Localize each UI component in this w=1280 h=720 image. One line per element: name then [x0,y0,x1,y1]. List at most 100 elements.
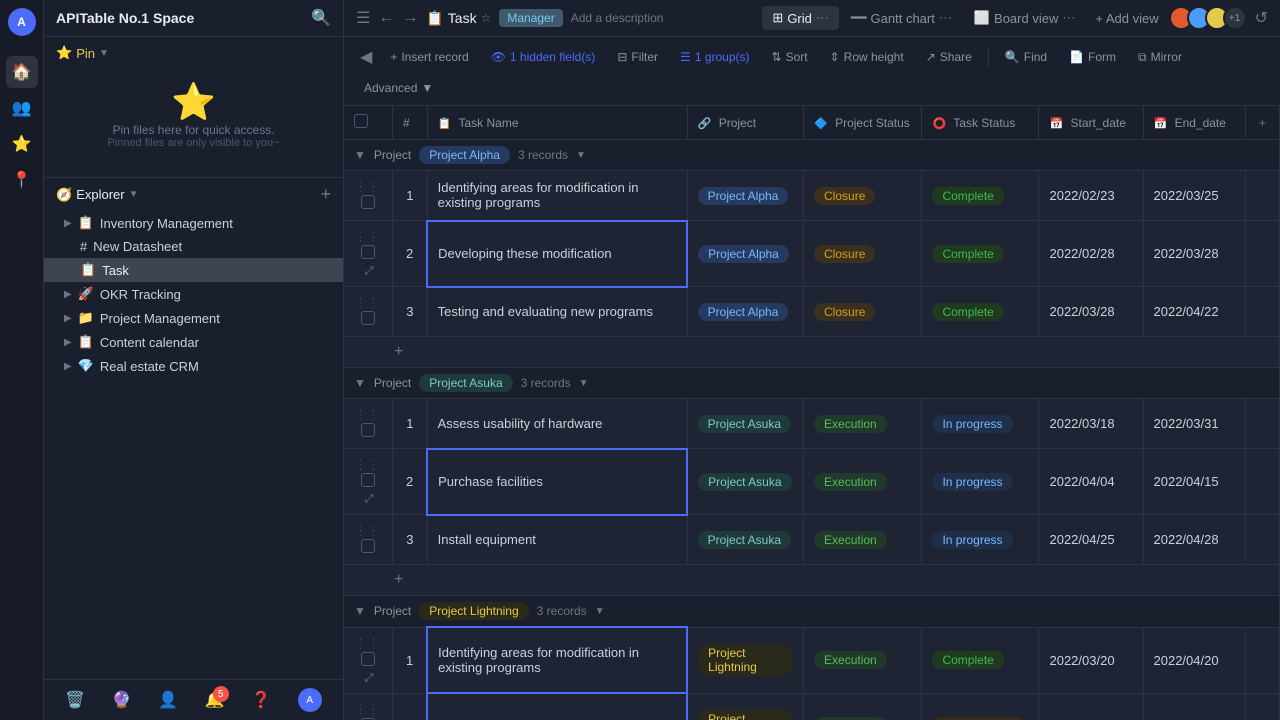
th-start-date[interactable]: 📅 Start_date [1039,106,1143,140]
row-height-button[interactable]: ⇕ Row height [822,46,912,68]
row-checkbox[interactable] [361,473,375,487]
start-date-cell[interactable]: 2022/03/20 [1039,627,1143,693]
forward-button[interactable]: → [402,9,418,27]
trash-button[interactable]: 🗑️ [65,690,85,710]
expand-icon[interactable]: ⤢ [365,672,374,684]
task-status-cell[interactable]: In progress [922,399,1039,449]
th-project-status[interactable]: 🔷 Project Status [804,106,922,140]
help-button[interactable]: ❓ [251,690,271,710]
th-add-column[interactable]: + [1245,106,1279,140]
task-status-cell[interactable]: Complete [922,171,1039,221]
gantt-tab-dots[interactable]: ⋯ [939,10,952,26]
task-status-cell[interactable]: In progress [922,515,1039,565]
task-name-cell[interactable]: Testing and evaluating new programs [427,287,687,337]
group-arrow-icon[interactable]: ▼ [576,150,586,161]
select-all-checkbox[interactable] [354,114,368,128]
sidebar-item-okr[interactable]: ▶ 🚀 OKR Tracking [44,282,343,306]
project-cell[interactable]: Project Alpha [687,171,803,221]
expand-icon[interactable]: ⤢ [365,265,374,277]
sidebar-item-task[interactable]: 📋 Task [44,258,343,282]
row-checkbox[interactable] [361,245,375,259]
project-cell[interactable]: Project Lightning [687,627,803,693]
project-cell[interactable]: Project Asuka [687,449,803,515]
end-date-cell[interactable]: 2022/03/25 [1143,171,1245,221]
search-button[interactable]: 🔍 [311,8,331,28]
group-collapse-icon[interactable]: ▼ [354,148,366,162]
task-status-cell[interactable]: Complete [922,221,1039,287]
th-task-name[interactable]: 📋 Task Name [427,106,687,140]
board-tab-dots[interactable]: ⋯ [1062,10,1075,26]
group-arrow-icon[interactable]: ▼ [595,606,605,617]
group-collapse-icon[interactable]: ▼ [354,604,366,618]
start-date-cell[interactable]: 2022/03/18 [1039,399,1143,449]
project-cell[interactable]: Project Asuka [687,399,803,449]
star-nav-icon[interactable]: ⭐ [6,128,38,160]
back-button[interactable]: ← [378,9,394,27]
tab-grid[interactable]: ⊞ Grid ⋯ [762,6,838,30]
pin-header[interactable]: ⭐ Pin ▼ [56,45,331,61]
row-drag-handle[interactable]: ⋮⋮ [354,457,380,472]
advanced-button[interactable]: Advanced ▼ [356,77,441,99]
notifications-button[interactable]: 🔔 5 [205,690,225,710]
start-date-cell[interactable]: 2022/03/28 [1039,287,1143,337]
row-checkbox[interactable] [361,423,375,437]
task-name-cell[interactable]: Identifying areas for modification in ex… [427,627,687,693]
project-cell[interactable]: Project Alpha [687,287,803,337]
end-date-cell[interactable]: 2022/03/28 [1143,221,1245,287]
start-date-cell[interactable]: 2022/02/23 [1039,171,1143,221]
task-status-cell[interactable]: Repossessed [922,693,1039,720]
tab-board[interactable]: ⬜ Board view ⋯ [964,6,1086,30]
project-cell[interactable]: Project Asuka [687,515,803,565]
start-date-cell[interactable]: 2022/04/25 [1039,515,1143,565]
start-date-cell[interactable]: 2022/02/28 [1039,221,1143,287]
user-avatar[interactable]: A [8,8,36,36]
project-status-cell[interactable]: Closure [804,287,922,337]
share-button[interactable]: ↗ Share [918,46,980,68]
add-row-cell[interactable]: + [344,337,1280,368]
tab-gantt[interactable]: ━━ Gantt chart ⋯ [841,6,962,30]
user-profile-button[interactable]: A [298,688,322,712]
task-name-cell[interactable]: Purchase facilities [427,449,687,515]
group-button[interactable]: ☰ 1 group(s) [672,46,757,68]
insert-record-button[interactable]: + Insert record [382,46,476,68]
form-button[interactable]: 📄 Form [1061,46,1124,68]
refresh-button[interactable]: ↺ [1255,8,1268,28]
th-task-status[interactable]: ⭕ Task Status [922,106,1039,140]
sidebar-item-project-mgmt[interactable]: ▶ 📁 Project Management [44,306,343,330]
task-status-cell[interactable]: Complete [922,627,1039,693]
task-name-cell[interactable]: Install equipment [427,515,687,565]
task-name-cell[interactable]: Developing these modification [427,221,687,287]
row-checkbox[interactable] [361,539,375,553]
row-checkbox[interactable] [361,311,375,325]
grid-tab-dots[interactable]: ⋯ [816,10,829,26]
collapse-sidebar-button[interactable]: ☰ [356,8,370,28]
project-status-cell[interactable]: Execution [804,399,922,449]
task-status-cell[interactable]: In progress [922,449,1039,515]
find-button[interactable]: 🔍 Find [997,46,1055,68]
group-arrow-icon[interactable]: ▼ [579,378,589,389]
sidebar-item-new-datasheet[interactable]: # New Datasheet [44,235,343,258]
star-favorite-icon[interactable]: ☆ [481,11,492,25]
add-description[interactable]: Add a description [571,11,664,25]
sidebar-item-inventory[interactable]: ▶ 📋 Inventory Management [44,211,343,235]
group-collapse-icon[interactable]: ▼ [354,376,366,390]
task-name-cell[interactable]: Assess usability of hardware [427,399,687,449]
add-item-button[interactable]: + [320,184,331,205]
sidebar-item-crm[interactable]: ▶ 💎 Real estate CRM [44,354,343,378]
people-icon[interactable]: 👥 [6,92,38,124]
row-checkbox[interactable] [361,652,375,666]
end-date-cell[interactable]: 2022/04/20 [1143,627,1245,693]
task-status-cell[interactable]: Complete [922,287,1039,337]
row-drag-handle[interactable]: ⋮⋮ [354,523,380,538]
add-view-button[interactable]: + Add view [1087,7,1166,30]
row-drag-handle[interactable]: ⋮⋮ [354,295,380,310]
row-drag-handle[interactable]: ⋮⋮ [354,407,380,422]
location-icon[interactable]: 📍 [6,164,38,196]
templates-button[interactable]: 🔮 [112,690,132,710]
end-date-cell[interactable]: 2022/05/20 [1143,693,1245,720]
project-status-cell[interactable]: Closure [804,171,922,221]
start-date-cell[interactable]: 2022/04/04 [1039,449,1143,515]
members-button[interactable]: 👤 [158,690,178,710]
project-status-cell[interactable]: Execution [804,515,922,565]
project-status-cell[interactable]: Execution [804,627,922,693]
